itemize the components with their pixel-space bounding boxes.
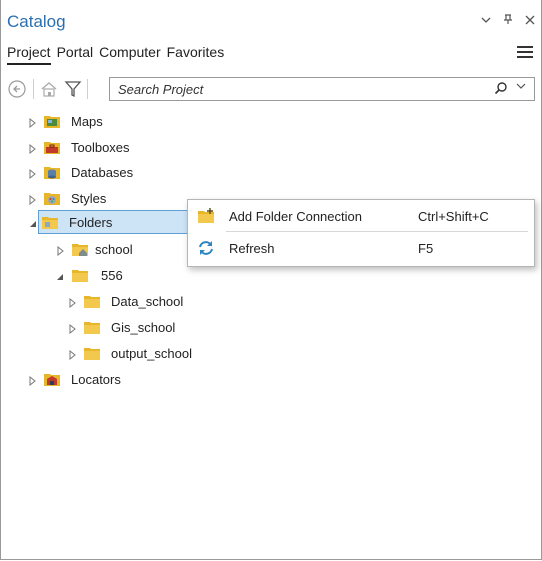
refresh-icon [197, 240, 215, 256]
menu-item-refresh[interactable]: Refresh F5 [188, 234, 534, 262]
filter-icon [64, 81, 82, 98]
folder-icon [83, 345, 101, 361]
tree-item-maps[interactable]: Maps [27, 110, 103, 132]
tree-item-school[interactable]: school [55, 238, 133, 260]
close-icon[interactable] [525, 13, 535, 28]
tree-item-toolboxes[interactable]: Toolboxes [27, 136, 130, 158]
maps-icon [43, 113, 61, 129]
search-options-chevron-icon[interactable] [516, 81, 528, 95]
tree-item-output-school[interactable]: output_school [67, 342, 192, 364]
menu-item-label: Add Folder Connection [229, 209, 362, 224]
hamburger-menu-icon[interactable] [517, 46, 533, 59]
database-icon [43, 164, 61, 180]
tree-item-label: Styles [71, 190, 107, 206]
tree-item-label: Locators [71, 371, 121, 387]
search-input[interactable] [116, 79, 480, 99]
collapse-arrow-icon[interactable] [55, 270, 65, 280]
expand-arrow-icon[interactable] [27, 193, 37, 206]
folder-icon [71, 267, 89, 283]
expand-arrow-icon[interactable] [27, 374, 37, 387]
search-icon[interactable] [494, 81, 508, 95]
tab-computer[interactable]: Computer [99, 44, 160, 65]
folder-home-icon [71, 241, 89, 257]
catalog-tabs: Project Portal Computer Favorites [7, 44, 224, 65]
locator-icon [43, 371, 61, 387]
catalog-toolbar [7, 77, 535, 101]
expand-arrow-icon[interactable] [27, 167, 37, 180]
tree-item-label: Gis_school [111, 319, 176, 335]
expand-arrow-icon[interactable] [27, 116, 37, 129]
tree-item-label: Folders [69, 214, 113, 230]
home-folder-icon [41, 82, 57, 97]
context-menu: Add Folder Connection Ctrl+Shift+C Refre… [187, 199, 535, 267]
tree-item-label: output_school [111, 345, 192, 361]
filter-button[interactable] [63, 79, 83, 99]
tree-item-locators[interactable]: Locators [27, 368, 121, 390]
search-box [109, 77, 535, 101]
expand-arrow-icon[interactable] [67, 296, 77, 309]
folder-icon [83, 319, 101, 335]
tab-favorites[interactable]: Favorites [167, 44, 225, 65]
title-bar: Catalog [7, 12, 535, 38]
back-arrow-icon [8, 80, 26, 98]
folder-icon [41, 214, 59, 230]
folder-icon [83, 293, 101, 309]
tree-item-556[interactable]: 556 [55, 264, 123, 286]
collapse-arrow-icon[interactable] [28, 216, 38, 234]
home-button[interactable] [39, 79, 59, 99]
tree-item-data-school[interactable]: Data_school [67, 290, 183, 312]
chevron-down-icon[interactable] [481, 13, 491, 28]
expand-arrow-icon[interactable] [67, 322, 77, 335]
tree-item-label: Data_school [111, 293, 184, 309]
pin-icon[interactable] [503, 13, 513, 28]
menu-item-label: Refresh [229, 241, 275, 256]
catalog-pane: Catalog Project Portal Computer Favorite… [0, 0, 542, 560]
styles-icon [43, 190, 61, 206]
toolbox-icon [43, 139, 61, 155]
expand-arrow-icon[interactable] [67, 348, 77, 361]
menu-item-shortcut: Ctrl+Shift+C [418, 209, 489, 224]
expand-arrow-icon[interactable] [55, 244, 65, 257]
tab-portal[interactable]: Portal [57, 44, 94, 65]
toolbar-divider [33, 79, 34, 99]
tree-item-databases[interactable]: Databases [27, 161, 133, 183]
pane-controls [481, 13, 535, 28]
toolbar-divider [87, 79, 88, 99]
tree-item-label: school [95, 241, 133, 257]
tree-item-gis-school[interactable]: Gis_school [67, 316, 175, 338]
tree-item-label: Toolboxes [71, 139, 130, 155]
add-folder-icon [197, 208, 215, 224]
back-button[interactable] [7, 79, 27, 99]
menu-separator [226, 231, 528, 232]
tree-item-styles[interactable]: Styles [27, 187, 106, 209]
pane-title: Catalog [7, 12, 66, 31]
expand-arrow-icon[interactable] [27, 142, 37, 155]
tab-project[interactable]: Project [7, 44, 51, 65]
tree-item-label: Databases [71, 164, 134, 180]
menu-item-add-folder-connection[interactable]: Add Folder Connection Ctrl+Shift+C [188, 202, 534, 230]
menu-item-shortcut: F5 [418, 241, 434, 256]
tree-item-label: Maps [71, 113, 103, 129]
tree-item-label: 556 [101, 267, 123, 283]
